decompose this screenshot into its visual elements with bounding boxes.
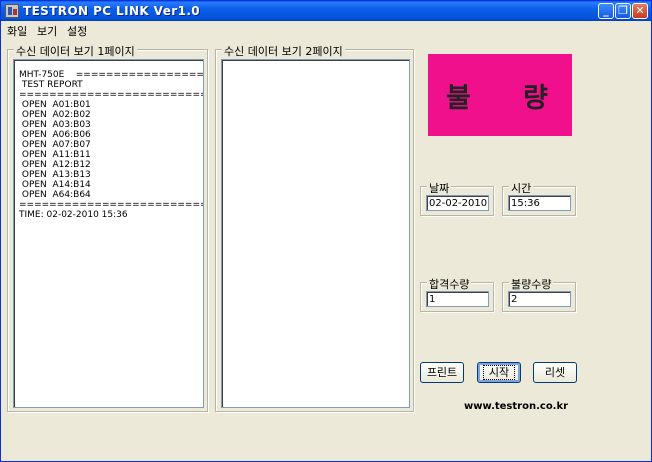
date-group: 날짜 02-02-2010 (420, 180, 494, 216)
pass-count-field[interactable]: 1 (426, 291, 489, 307)
page1-text-area[interactable]: MHT-750E ============================= T… (13, 59, 204, 408)
app-icon (5, 4, 19, 18)
close-button[interactable]: ✕ (632, 3, 648, 19)
report-line: TEST REPORT (19, 80, 83, 90)
app-window: TESTRON PC LINK Ver1.0 _ ❐ ✕ 화일 보기 설정 수신… (0, 0, 652, 462)
status-text-first: 불 (446, 83, 471, 114)
pass-count-label: 합격수량 (427, 276, 472, 292)
fail-count-field[interactable]: 2 (508, 291, 571, 307)
start-button[interactable]: 시작 (477, 362, 521, 383)
report-line: OPEN A14:B14 (19, 180, 91, 190)
fail-count-label: 불량수량 (509, 276, 554, 292)
reset-button[interactable]: 리셋 (533, 362, 577, 383)
print-button[interactable]: 프린트 (420, 362, 464, 383)
minimize-button[interactable]: _ (598, 3, 614, 19)
page2-group: 수신 데이터 보기 2페이지 (215, 43, 414, 412)
date-label: 날짜 (427, 180, 452, 196)
report-line: OPEN A02:B02 (19, 110, 91, 120)
report-line: OPEN A01:B01 (19, 100, 91, 110)
report-line: MHT-750E ============================= (19, 70, 204, 80)
result-status-panel: 불 량 (428, 54, 572, 136)
time-field[interactable]: 15:36 (508, 195, 571, 211)
fail-count-group: 불량수량 2 (502, 276, 576, 312)
page1-group: 수신 데이터 보기 1페이지 MHT-750E ================… (7, 43, 208, 412)
report-line: OPEN A03:B03 (19, 120, 91, 130)
report-line: OPEN A64:B64 (19, 190, 91, 200)
window-title: TESTRON PC LINK Ver1.0 (23, 4, 201, 18)
report-line: OPEN A12:B12 (19, 160, 91, 170)
menu-file[interactable]: 화일 (7, 23, 27, 39)
page1-caption: 수신 데이터 보기 1페이지 (14, 43, 137, 59)
website-url: www.testron.co.kr (464, 401, 569, 412)
menu-view[interactable]: 보기 (37, 23, 57, 39)
date-field[interactable]: 02-02-2010 (426, 195, 489, 211)
report-line: ===================================== (19, 90, 203, 100)
title-bar[interactable]: TESTRON PC LINK Ver1.0 _ ❐ ✕ (1, 1, 651, 21)
time-label: 시간 (509, 180, 534, 196)
status-text-second: 량 (523, 83, 548, 114)
start-button-label: 시작 (482, 365, 516, 380)
menu-bar: 화일 보기 설정 (1, 21, 651, 38)
report-line: OPEN A07:B07 (19, 140, 91, 150)
report-line: TIME: 02-02-2010 15:36 (19, 210, 128, 220)
report-line: OPEN A06:B06 (19, 130, 91, 140)
time-group: 시간 15:36 (502, 180, 576, 216)
pass-count-group: 합격수량 1 (420, 276, 494, 312)
menu-settings[interactable]: 설정 (67, 23, 87, 39)
maximize-button[interactable]: ❐ (615, 3, 631, 19)
page2-text-area[interactable] (221, 59, 410, 408)
page2-caption: 수신 데이터 보기 2페이지 (222, 43, 345, 59)
report-line: OPEN A11:B11 (19, 150, 91, 160)
report-line: OPEN A13:B13 (19, 170, 91, 180)
report-line: ===================================== (19, 200, 203, 210)
